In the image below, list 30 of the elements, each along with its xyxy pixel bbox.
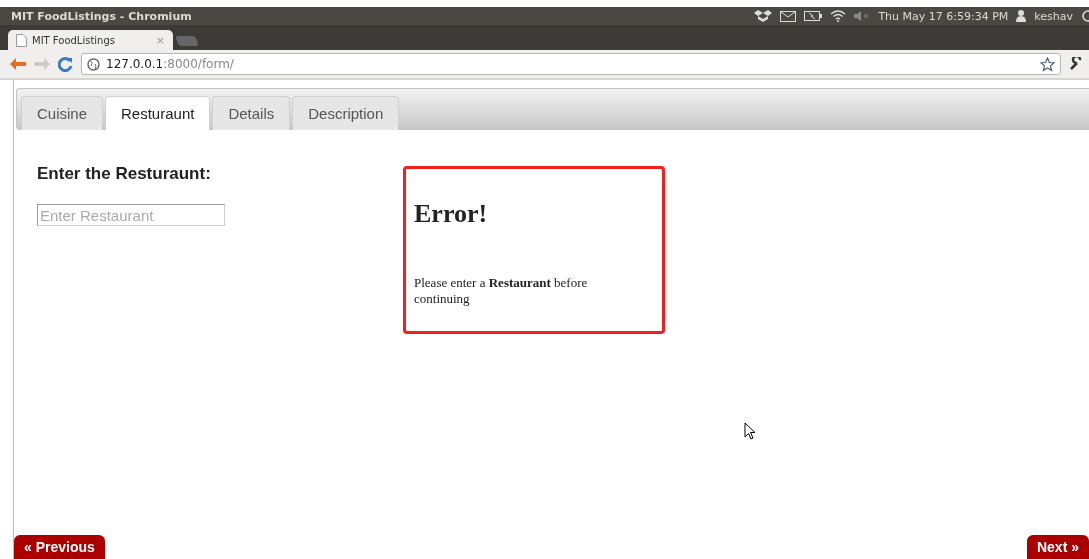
form-tab[interactable]: Cuisine (21, 96, 104, 130)
power-icon[interactable] (1081, 9, 1089, 23)
page-icon (16, 33, 27, 47)
user-icon[interactable] (1016, 10, 1027, 22)
form-tab[interactable]: Details (212, 96, 291, 130)
form-tab[interactable]: Description (292, 96, 400, 130)
form-tab[interactable]: Resturaunt (105, 96, 211, 130)
url-text: 127.0.0.1:8000/form/ (106, 57, 234, 71)
error-message: Please enter a Restaurant before continuing (414, 275, 589, 307)
user-name[interactable]: keshav (1034, 9, 1073, 23)
restaurant-input[interactable]: Enter Restaurant (37, 204, 225, 226)
form-heading: Enter the Resturaunt: (37, 164, 212, 184)
speaker-muted-icon[interactable] (854, 11, 871, 21)
battery-icon[interactable] (804, 11, 823, 21)
nav-button[interactable]: Next » (1026, 535, 1089, 559)
mail-icon[interactable] (780, 10, 797, 22)
clock[interactable]: Thu May 17 6:59:34 PM (878, 9, 1009, 23)
browser-tab[interactable]: MIT FoodListings × (8, 30, 173, 50)
window-title: MIT FoodListings - Chromium (11, 9, 192, 23)
back-icon[interactable] (10, 58, 26, 70)
nav-button[interactable]: « Previous (14, 535, 105, 559)
address-bar[interactable]: 127.0.0.1:8000/form/ (81, 53, 1061, 75)
error-title: Error! (414, 199, 489, 229)
mouse-cursor-icon (744, 422, 756, 440)
star-icon[interactable] (1040, 56, 1055, 72)
reload-icon[interactable] (58, 56, 73, 72)
tab-title: MIT FoodListings (32, 34, 115, 46)
globe-icon (87, 57, 100, 71)
box-icon[interactable] (754, 9, 773, 23)
wifi-icon[interactable] (830, 10, 847, 22)
